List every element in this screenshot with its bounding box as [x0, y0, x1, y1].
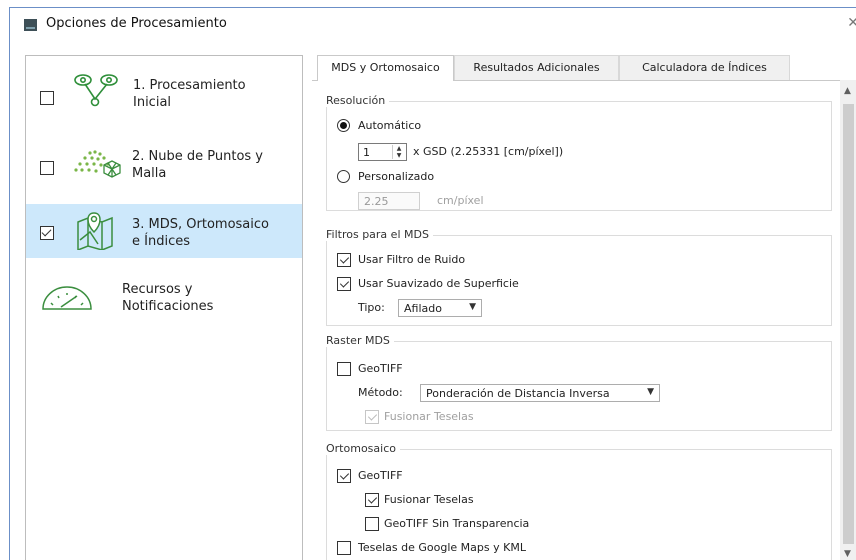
google-maps-kml-label: Teselas de Google Maps y KML: [358, 541, 526, 554]
options-area: MDS y Ortomosaico Resultados Adicionales…: [312, 55, 856, 560]
tab-dsm-orthomosaic[interactable]: MDS y Ortomosaico: [317, 55, 454, 81]
select-value: Afilado: [404, 302, 442, 315]
sidebar-item-label: Notificaciones: [122, 299, 214, 314]
method-label: Método:: [358, 386, 403, 399]
method-select[interactable]: Ponderación de Distancia Inversa ▼: [420, 384, 660, 402]
custom-resolution-unit: cm/píxel: [437, 194, 484, 207]
group-title: Filtros para el MDS: [326, 228, 433, 241]
chevron-down-icon: ▼: [647, 387, 654, 397]
gsd-multiplier-spinbox[interactable]: 1 ▲ ▼: [358, 143, 407, 161]
raster-merge-tiles-label: Fusionar Teselas: [384, 410, 474, 423]
smoothing-type-label: Tipo:: [358, 301, 385, 314]
custom-resolution-input[interactable]: 2.25: [358, 192, 420, 210]
google-maps-kml-checkbox[interactable]: [337, 541, 351, 555]
gauge-icon: [42, 286, 92, 310]
raster-dsm-group: Raster MDS GeoTIFF Método: Ponderación d…: [326, 334, 832, 431]
sidebar-item-dsm-orthomosaic[interactable]: 3. MDS, Ortomosaico e Índices: [26, 204, 302, 258]
select-value: Ponderación de Distancia Inversa: [426, 387, 610, 400]
scroll-down-icon[interactable]: ▼: [844, 549, 851, 559]
tab-additional-outputs[interactable]: Resultados Adicionales: [454, 55, 619, 80]
sidebar-item-label: Inicial: [133, 95, 172, 110]
point-cloud-icon: [74, 150, 121, 178]
sidebar: 1. Procesamiento Inicial 2. Nube de Punt…: [25, 55, 303, 560]
vertical-scrollbar[interactable]: ▲ ▼: [840, 80, 856, 560]
raster-geotiff-label: GeoTIFF: [358, 362, 403, 375]
geotiff-no-transparency-label: GeoTIFF Sin Transparencia: [384, 517, 530, 530]
sidebar-item-point-cloud[interactable]: 2. Nube de Puntos y Malla: [26, 139, 302, 193]
sidebar-item-checkbox[interactable]: [40, 91, 54, 105]
sidebar-item-label: 3. MDS, Ortomosaico: [132, 217, 269, 232]
window-title: Opciones de Procesamiento: [46, 16, 227, 31]
ortho-merge-tiles-checkbox[interactable]: [365, 493, 379, 507]
auto-resolution-radio[interactable]: [337, 119, 350, 132]
sidebar-item-resources[interactable]: Recursos y Notificaciones: [26, 270, 302, 324]
custom-resolution-label: Personalizado: [358, 170, 435, 183]
scrollbar-thumb[interactable]: [843, 104, 854, 544]
ortho-geotiff-label: GeoTIFF: [358, 469, 403, 482]
noise-filter-label: Usar Filtro de Ruido: [358, 253, 466, 266]
ortho-geotiff-checkbox[interactable]: [337, 469, 351, 483]
ortho-merge-tiles-label: Fusionar Teselas: [384, 493, 474, 506]
surface-smoothing-checkbox[interactable]: [337, 277, 351, 291]
smoothing-type-select[interactable]: Afilado ▼: [398, 299, 482, 317]
auto-resolution-label: Automático: [358, 119, 422, 132]
group-title: Resolución: [326, 94, 390, 107]
sidebar-item-initial-processing[interactable]: 1. Procesamiento Inicial: [26, 67, 302, 121]
dsm-filters-group: Filtros para el MDS Usar Filtro de Ruido…: [326, 228, 832, 326]
geotiff-no-transparency-checkbox[interactable]: [365, 517, 379, 531]
chevron-down-icon: ▼: [469, 302, 476, 312]
processing-options-window: Opciones de Procesamiento ✕ 1. Procesami…: [9, 7, 856, 560]
title-bar[interactable]: Opciones de Procesamiento ✕: [10, 8, 856, 41]
resolution-group: Resolución Automático 1 ▲ ▼ x GSD (2.2533…: [326, 94, 832, 211]
sidebar-item-label: 2. Nube de Puntos y: [132, 149, 264, 164]
map-pin-icon: [77, 212, 113, 250]
tab-index-calculator[interactable]: Calculadora de Índices: [619, 55, 790, 80]
raster-geotiff-checkbox[interactable]: [337, 362, 351, 376]
raster-merge-tiles-checkbox[interactable]: [365, 410, 379, 424]
gsd-text: x GSD (2.25331 [cm/píxel]): [413, 145, 564, 158]
group-title: Ortomosaico: [326, 442, 400, 455]
drone-icon: [74, 74, 118, 107]
tab-content: Resolución Automático 1 ▲ ▼ x GSD (2.2533…: [312, 80, 840, 560]
sidebar-item-label: e Índices: [132, 234, 190, 249]
sidebar-item-checkbox[interactable]: [40, 226, 54, 240]
surface-smoothing-label: Usar Suavizado de Superficie: [358, 277, 519, 290]
spinbox-value: 1: [363, 146, 370, 159]
app-icon: [24, 19, 37, 31]
group-title: Raster MDS: [326, 334, 394, 347]
spinbox-arrows-icon[interactable]: ▲ ▼: [392, 145, 405, 159]
custom-resolution-radio[interactable]: [337, 170, 350, 183]
close-icon[interactable]: ✕: [847, 15, 856, 31]
sidebar-item-label: Recursos y: [122, 282, 193, 297]
noise-filter-checkbox[interactable]: [337, 253, 351, 267]
sidebar-item-checkbox[interactable]: [40, 161, 54, 175]
custom-resolution-value: 2.25: [364, 195, 389, 208]
sidebar-item-label: 1. Procesamiento: [133, 78, 246, 93]
scroll-up-icon[interactable]: ▲: [844, 86, 851, 96]
orthomosaic-group: Ortomosaico GeoTIFF Fusionar Teselas Geo…: [326, 442, 832, 560]
sidebar-item-label: Malla: [132, 166, 167, 181]
